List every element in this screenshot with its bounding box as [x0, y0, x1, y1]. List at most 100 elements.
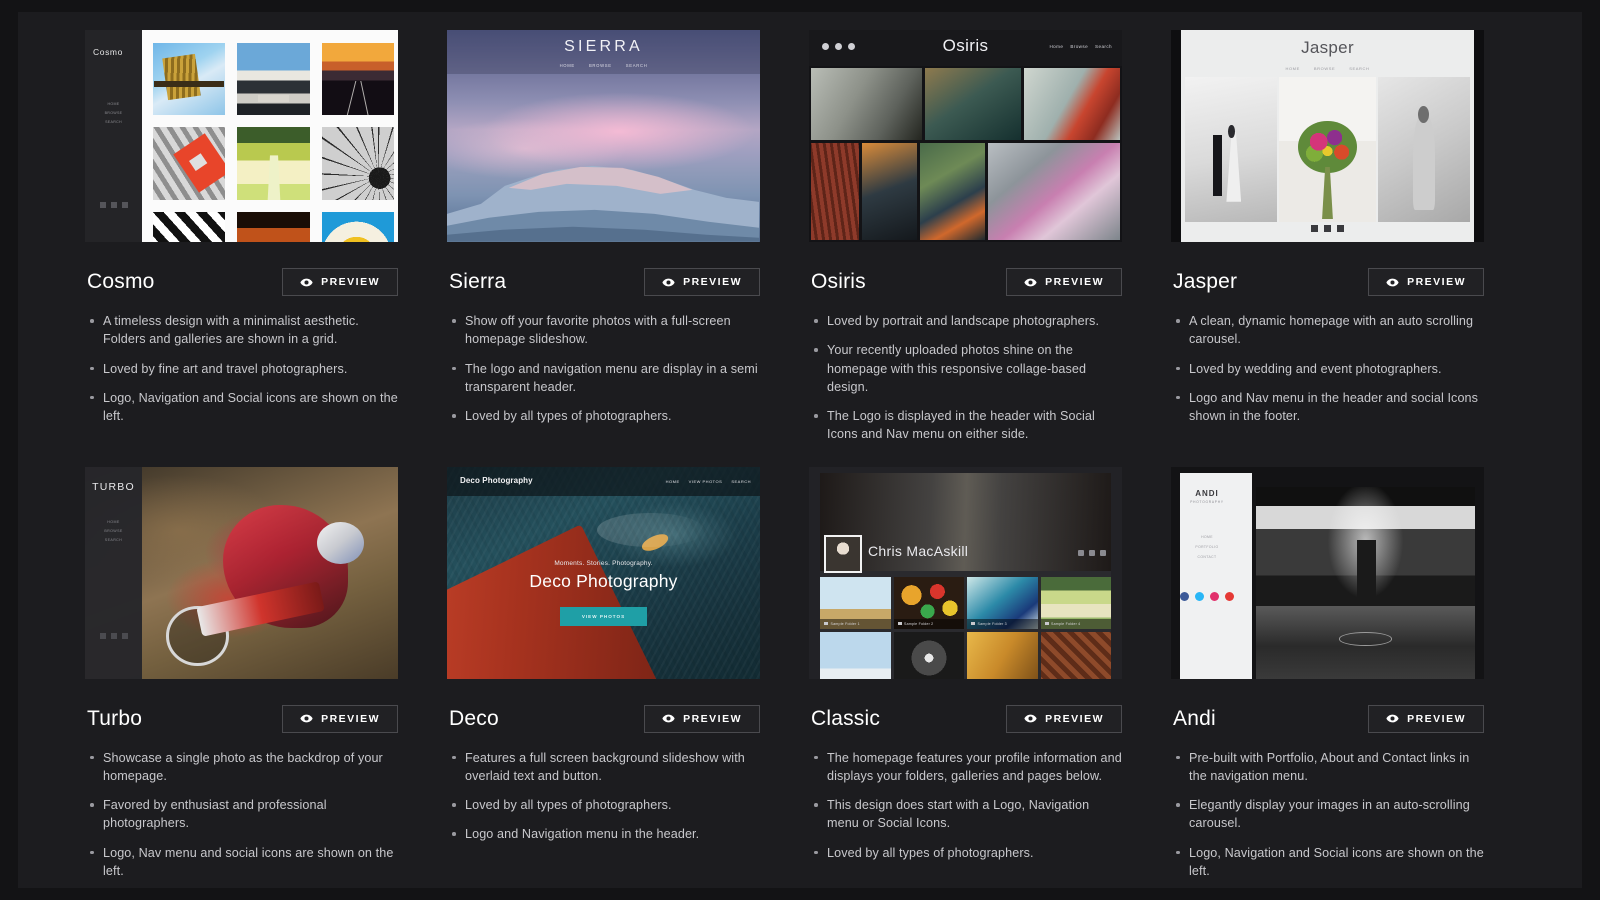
preview-button-classic[interactable]: PREVIEW	[1006, 704, 1122, 733]
feature-item: Favored by enthusiast and professional p…	[87, 796, 398, 833]
design-card-osiris: Osiris Home Browse Search Osiris PREVIEW	[809, 30, 1122, 455]
feature-item: A timeless design with a minimalist aest…	[87, 312, 398, 349]
design-card-sierra: SIERRA HOME BROWSE SEARCH Sierra PREVIEW	[447, 30, 760, 455]
photo-tile	[153, 211, 226, 242]
preview-button-osiris[interactable]: PREVIEW	[1006, 268, 1122, 296]
design-card-andi: ANDI PHOTOGRAPHY HOME PORTFOLIO CONTACT	[1171, 466, 1484, 892]
preview-button-sierra[interactable]: PREVIEW	[644, 268, 760, 296]
turbo-social-icons	[85, 632, 142, 639]
eye-icon	[1386, 714, 1399, 723]
deco-view-photos-button: VIEW PHOTOS	[559, 606, 648, 626]
gallery-tile	[967, 631, 1038, 679]
photo-tile	[321, 127, 395, 200]
osiris-nav-item: Search	[1095, 44, 1112, 49]
preview-button-deco[interactable]: PREVIEW	[644, 704, 760, 733]
eye-icon	[300, 714, 313, 723]
card-header-sierra: Sierra PREVIEW	[447, 260, 760, 304]
classic-social-icons	[1078, 549, 1106, 556]
facebook-icon	[99, 202, 106, 208]
classic-page-background: Chris MacAskill Sample Folder 1 Sample F…	[820, 472, 1111, 679]
twitter-icon	[1195, 591, 1204, 601]
preview-button-label: PREVIEW	[1407, 712, 1466, 725]
design-card-turbo: TURBO HOME BROWSE SEARCH Turbo PREVIEW S…	[85, 466, 398, 892]
thumbnail-classic[interactable]: Chris MacAskill Sample Folder 1 Sample F…	[809, 466, 1122, 679]
osiris-nav-item: Home	[1049, 44, 1064, 49]
cosmo-sidebar	[85, 30, 142, 242]
photo-tile	[988, 143, 1120, 240]
photo-tile	[811, 143, 860, 240]
thumbnail-deco[interactable]: Deco Photography HOME VIEW PHOTOS SEARCH M…	[447, 466, 760, 679]
cosmo-nav-item: HOME	[107, 102, 120, 106]
gallery-tile	[1040, 631, 1111, 679]
thumbnail-cosmo[interactable]: Cosmo HOME BROWSE SEARCH	[85, 30, 398, 242]
jasper-social-icons	[1171, 225, 1484, 232]
card-header-cosmo: Cosmo PREVIEW	[85, 260, 398, 304]
photo-tile	[811, 68, 922, 140]
design-card-deco: Deco Photography HOME VIEW PHOTOS SEARCH M…	[447, 466, 760, 892]
thumbnail-turbo[interactable]: TURBO HOME BROWSE SEARCH	[85, 466, 398, 679]
deco-cta-wrap: VIEW PHOTOS	[447, 606, 760, 626]
preview-button-label: PREVIEW	[321, 712, 380, 725]
feature-list-jasper: A clean, dynamic homepage with an auto s…	[1171, 312, 1484, 425]
instagram-icon	[121, 202, 128, 208]
folder-caption: Sample Folder 4	[1040, 618, 1111, 629]
photo-tile	[1185, 77, 1278, 222]
thumbnail-andi[interactable]: ANDI PHOTOGRAPHY HOME PORTFOLIO CONTACT	[1171, 466, 1484, 679]
deco-tagline: Moments. Stories. Photography.	[554, 559, 653, 567]
deco-logo: Deco Photography	[460, 475, 533, 485]
thumbnail-osiris[interactable]: Osiris Home Browse Search	[809, 30, 1122, 242]
turbo-nav-item: HOME	[107, 519, 120, 524]
preview-button-turbo[interactable]: PREVIEW	[282, 704, 398, 733]
turbo-nav: HOME BROWSE SEARCH	[85, 520, 142, 547]
design-title: Cosmo	[87, 270, 155, 293]
feature-list-sierra: Show off your favorite photos with a ful…	[447, 312, 760, 425]
andi-sublogo: PHOTOGRAPHY	[1190, 499, 1224, 504]
sierra-nav-item: SEARCH	[625, 63, 648, 68]
andi-nav-item: CONTACT	[1197, 554, 1217, 559]
card-header-jasper: Jasper PREVIEW	[1171, 260, 1484, 304]
feature-item: Logo, Nav menu and social icons are show…	[87, 844, 398, 881]
avatar	[824, 534, 862, 573]
jasper-nav: HOME BROWSE SEARCH	[1171, 66, 1484, 71]
design-title: Osiris	[811, 270, 866, 293]
instagram-icon	[1210, 591, 1219, 601]
folder-caption: Sample Folder 2	[893, 618, 964, 629]
gallery-tile	[893, 631, 964, 679]
feature-item: Show off your favorite photos with a ful…	[449, 312, 760, 349]
preview-button-andi[interactable]: PREVIEW	[1368, 704, 1484, 733]
feature-item: The homepage features your profile infor…	[811, 749, 1122, 786]
turbo-nav-item: BROWSE	[104, 528, 123, 533]
preview-button-label: PREVIEW	[1045, 712, 1104, 725]
turbo-logo: TURBO	[92, 480, 135, 493]
eye-icon	[662, 278, 675, 286]
classic-gallery-grid: Sample Folder 1 Sample Folder 2 Sample F…	[820, 576, 1111, 679]
design-cards-grid: Cosmo HOME BROWSE SEARCH Cosmo PREVIEW A…	[85, 30, 1515, 891]
feature-list-classic: The homepage features your profile infor…	[809, 749, 1122, 862]
feature-item: Loved by fine art and travel photographe…	[87, 360, 398, 378]
eye-icon	[1024, 278, 1037, 286]
preview-button-jasper[interactable]: PREVIEW	[1368, 268, 1484, 296]
preview-button-cosmo[interactable]: PREVIEW	[282, 268, 398, 296]
feature-item: Loved by all types of photographers.	[449, 407, 760, 425]
twitter-icon	[1324, 225, 1331, 232]
gallery-tile	[820, 631, 891, 679]
twitter-icon	[110, 632, 117, 639]
photo-tile	[1377, 77, 1470, 222]
instagram-icon	[1100, 549, 1106, 556]
cosmo-logo: Cosmo	[93, 47, 123, 57]
osiris-collage-row-2	[811, 143, 1120, 240]
feature-list-deco: Features a full screen background slides…	[447, 749, 760, 844]
deco-nav-item: SEARCH	[731, 478, 751, 484]
preview-button-label: PREVIEW	[321, 276, 380, 288]
jasper-nav-item: HOME	[1285, 66, 1300, 71]
jasper-logo: Jasper	[1301, 38, 1354, 57]
thumbnail-jasper[interactable]: Jasper HOME BROWSE SEARCH	[1171, 30, 1484, 242]
thumbnail-sierra[interactable]: SIERRA HOME BROWSE SEARCH	[447, 30, 760, 242]
gallery-tile: Sample Folder 3	[967, 576, 1038, 629]
preview-button-label: PREVIEW	[683, 276, 742, 288]
cosmo-photo-grid	[153, 43, 395, 242]
folder-caption: Sample Folder 1	[820, 618, 891, 629]
andi-nav: HOME PORTFOLIO CONTACT	[1171, 535, 1243, 565]
feature-item: This design does start with a Logo, Navi…	[811, 796, 1122, 833]
card-header-classic: Classic PREVIEW	[809, 697, 1122, 741]
